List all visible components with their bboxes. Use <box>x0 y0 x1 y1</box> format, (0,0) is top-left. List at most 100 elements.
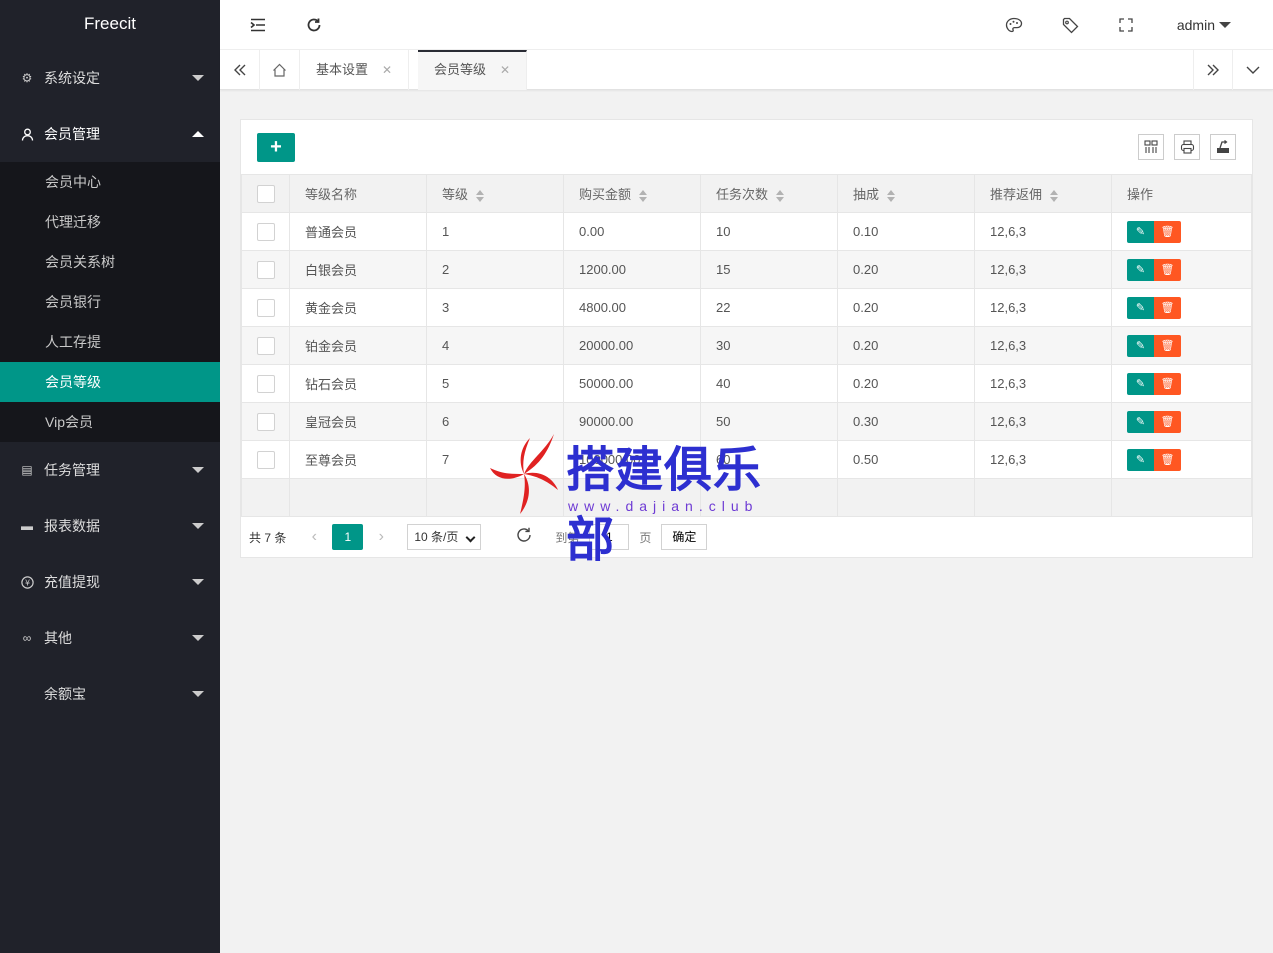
cell-level: 2 <box>426 250 564 289</box>
sort-icon[interactable] <box>887 189 896 202</box>
nav-group-other[interactable]: ∞ 其他 <box>0 610 220 666</box>
delete-button[interactable]: 🗑 <box>1154 258 1181 281</box>
cell-rate: 0.20 <box>837 364 975 403</box>
nav-group-yuebao[interactable]: 余额宝 <box>0 666 220 722</box>
sort-icon[interactable] <box>639 189 648 202</box>
tab-basic-settings[interactable]: 基本设置 ✕ <box>300 50 410 90</box>
menu-toggle-icon[interactable] <box>238 0 278 50</box>
table-row: 至尊会员 7 100000.00 60 0.50 12,6,3 ✎ 🗑 <box>241 440 1252 479</box>
cell-rate: 0.20 <box>837 326 975 365</box>
cell-rate: 0.20 <box>837 250 975 289</box>
cell-amount: 100000.00 <box>563 440 701 479</box>
row-checkbox[interactable] <box>257 298 275 317</box>
row-checkbox[interactable] <box>257 450 275 469</box>
column-header[interactable]: 购买金额 <box>563 174 701 213</box>
nav-group-reports[interactable]: ▬ 报表数据 <box>0 498 220 554</box>
prev-page-icon[interactable]: ‹ <box>302 528 326 546</box>
cell-level: 7 <box>426 440 564 479</box>
row-checkbox[interactable] <box>257 336 275 355</box>
select-all-cell <box>241 174 290 213</box>
delete-button[interactable]: 🗑 <box>1154 334 1181 357</box>
nav-group-tasks[interactable]: ▤ 任务管理 <box>0 442 220 498</box>
chevron-down-icon <box>192 523 204 529</box>
delete-button[interactable]: 🗑 <box>1154 296 1181 319</box>
column-header[interactable]: 推荐返佣 <box>974 174 1112 213</box>
delete-button[interactable]: 🗑 <box>1154 372 1181 395</box>
goto-confirm-button[interactable]: 确定 <box>661 524 708 550</box>
cell-rebate: 12,6,3 <box>974 326 1112 365</box>
row-checkbox[interactable] <box>257 412 275 431</box>
sidebar-item-member-bank[interactable]: 会员银行 <box>0 282 220 322</box>
cell-actions: ✎ 🗑 <box>1111 440 1252 479</box>
edit-button[interactable]: ✎ <box>1127 296 1154 319</box>
column-label: 等级名称 <box>305 187 358 202</box>
row-checkbox[interactable] <box>257 260 275 279</box>
tag-icon[interactable] <box>1050 0 1090 50</box>
page-size-select[interactable]: 10 条/页 <box>407 524 482 550</box>
edit-button[interactable]: ✎ <box>1127 334 1154 357</box>
tab-member-level[interactable]: 会员等级 ✕ <box>418 50 528 90</box>
delete-button[interactable]: 🗑 <box>1154 410 1181 433</box>
user-menu[interactable]: admin <box>1177 0 1231 50</box>
add-button[interactable]: + <box>257 133 295 162</box>
sidebar-item-member-tree[interactable]: 会员关系树 <box>0 242 220 282</box>
sidebar-item-agent-migration[interactable]: 代理迁移 <box>0 202 220 242</box>
edit-button[interactable]: ✎ <box>1127 220 1154 243</box>
svg-text:¥: ¥ <box>24 578 29 587</box>
refresh-icon[interactable] <box>294 0 334 50</box>
empty-cell <box>241 478 290 517</box>
sidebar-item-manual-deposit[interactable]: 人工存提 <box>0 322 220 362</box>
next-page-icon[interactable]: › <box>369 528 393 546</box>
fullscreen-icon[interactable] <box>1106 0 1146 50</box>
sort-icon[interactable] <box>476 189 485 202</box>
cell-actions: ✎ 🗑 <box>1111 402 1252 441</box>
username: admin <box>1176 17 1215 33</box>
tab-label: 会员等级 <box>434 62 487 77</box>
edit-button[interactable]: ✎ <box>1127 448 1154 471</box>
gear-icon: ⚙ <box>21 71 33 85</box>
column-filter-icon[interactable] <box>1138 134 1164 160</box>
table-row: 皇冠会员 6 90000.00 50 0.30 12,6,3 ✎ 🗑 <box>241 402 1252 441</box>
edit-button[interactable]: ✎ <box>1127 258 1154 281</box>
sidebar-item-vip-member[interactable]: Vip会员 <box>0 402 220 442</box>
sidebar-item-member-center[interactable]: 会员中心 <box>0 162 220 202</box>
row-checkbox[interactable] <box>257 222 275 241</box>
sort-icon[interactable] <box>776 189 785 202</box>
home-icon[interactable] <box>260 50 300 90</box>
export-icon[interactable] <box>1210 134 1236 160</box>
column-header[interactable]: 等级 <box>426 174 564 213</box>
column-header[interactable]: 任务次数 <box>700 174 838 213</box>
theme-palette-icon[interactable] <box>994 0 1034 50</box>
goto-page-input[interactable] <box>589 524 630 550</box>
tabs-scroll-left-icon[interactable] <box>220 50 260 90</box>
refresh-page-icon[interactable] <box>515 526 533 549</box>
close-icon[interactable]: ✕ <box>500 63 510 77</box>
row-checkbox[interactable] <box>257 374 275 393</box>
tabs-scroll-right-icon[interactable] <box>1193 50 1233 90</box>
cell-rebate: 12,6,3 <box>974 212 1112 251</box>
select-all-checkbox[interactable] <box>257 184 275 203</box>
column-header[interactable]: 抽成 <box>837 174 975 213</box>
top-header: admin <box>220 0 1273 50</box>
tabs-dropdown-icon[interactable] <box>1233 50 1273 90</box>
edit-button[interactable]: ✎ <box>1127 410 1154 433</box>
close-icon[interactable]: ✕ <box>382 63 392 77</box>
sidebar-item-member-level[interactable]: 会员等级 <box>0 362 220 402</box>
nav-group-members[interactable]: 会员管理 <box>0 106 220 162</box>
nav-group-system[interactable]: ⚙ 系统设定 <box>0 50 220 106</box>
column-header: 操作 <box>1111 174 1252 213</box>
page-number-current[interactable]: 1 <box>332 524 364 550</box>
caret-down-icon <box>1219 21 1231 28</box>
nav-group-recharge[interactable]: ¥ 充值提现 <box>0 554 220 610</box>
delete-button[interactable]: 🗑 <box>1154 220 1181 243</box>
cell-level: 3 <box>426 288 564 327</box>
cell-amount: 0.00 <box>563 212 701 251</box>
edit-button[interactable]: ✎ <box>1127 372 1154 395</box>
print-icon[interactable] <box>1174 134 1200 160</box>
sort-icon[interactable] <box>1050 189 1059 202</box>
tabs-bar: 基本设置 ✕ 会员等级 ✕ <box>220 50 1273 90</box>
cell-amount: 4800.00 <box>563 288 701 327</box>
chevron-down-icon <box>192 579 204 585</box>
delete-button[interactable]: 🗑 <box>1154 448 1181 471</box>
cell-tasks: 10 <box>700 212 838 251</box>
